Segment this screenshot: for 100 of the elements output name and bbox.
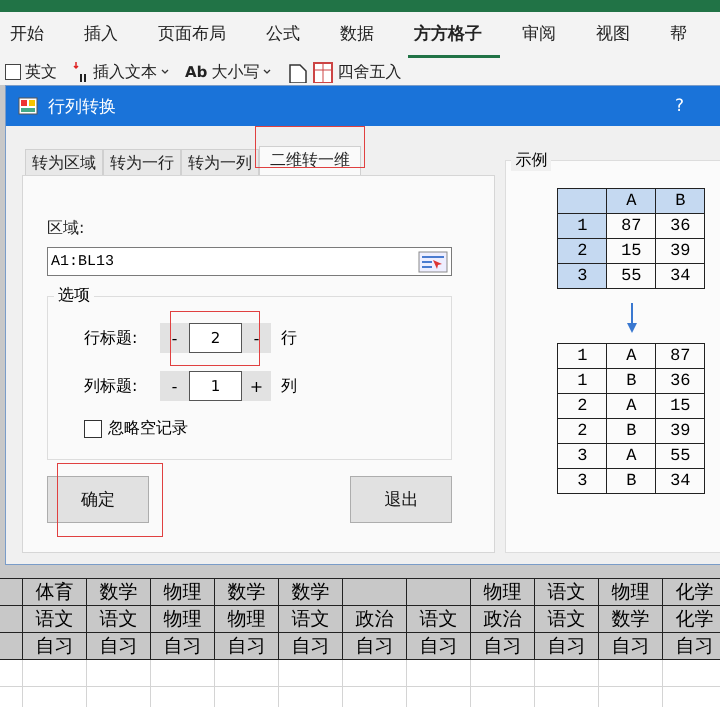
spinner-label: 列标题: [84, 376, 138, 396]
table-cell: 自习 [342, 633, 406, 659]
table-cell: 1 [558, 344, 607, 368]
table-cell: 自习 [86, 633, 150, 659]
table-cell: 语文 [86, 606, 150, 632]
table-cell: 物理 [150, 606, 214, 632]
table-cell: 语文 [534, 606, 598, 632]
dropdown-button[interactable]: 插入文本 [73, 60, 169, 84]
increment-button[interactable]: - [242, 323, 271, 353]
table-cell: 政治 [470, 606, 534, 632]
table-cell: 2 [558, 394, 607, 418]
range-field[interactable]: A1:BL13 [47, 247, 452, 276]
dropdown-button[interactable]: Ab 大小写 [185, 60, 272, 84]
table-cell: 物理 [214, 606, 278, 632]
table-cell: 39 [656, 418, 705, 444]
table-cell: 15 [606, 238, 656, 264]
table-cell: 34 [656, 264, 705, 288]
table-cell: 55 [656, 444, 705, 468]
unit-label: 行 [281, 328, 297, 348]
ribbon-tab[interactable]: 审阅 [516, 12, 574, 58]
table-cell: 物理 [470, 579, 534, 605]
table-cell: 2 [558, 418, 607, 444]
dialog-button[interactable]: 确定 [47, 476, 149, 523]
ribbon-tab[interactable]: 页面布局 [152, 12, 244, 58]
checkbox[interactable] [84, 420, 102, 438]
table-cell: A [606, 394, 656, 418]
table-cell: 自习 [22, 633, 86, 659]
table-cell: 语文 [406, 606, 470, 632]
ribbon-tab[interactable]: 开始 [4, 12, 62, 58]
table-cell: 2 [558, 238, 607, 264]
table-cell: 物理 [598, 579, 662, 605]
table-cell: 自习 [534, 633, 598, 659]
ribbon-tab[interactable]: 帮 [664, 12, 705, 58]
ribbon-tab[interactable]: 视图 [590, 12, 648, 58]
spinner-label: 行标题: [84, 328, 138, 348]
ribbon-tab[interactable]: 公式 [260, 12, 318, 58]
table-cell: 87 [606, 214, 656, 238]
range-label: 区域: [47, 218, 84, 239]
caret-icon [263, 68, 272, 76]
help-button[interactable]: ? [674, 96, 684, 116]
checkbox-label: 英文 [25, 62, 57, 82]
header-cell: B [656, 188, 705, 214]
checkbox-label: 忽略空记录 [108, 418, 188, 439]
table-cell: 数学 [86, 579, 150, 605]
table-cell: 55 [606, 264, 656, 288]
dialog-tab[interactable]: 转为区域 [25, 149, 103, 175]
down-arrow-icon [626, 303, 638, 333]
table-cell: A [606, 344, 656, 368]
insert-icon [73, 62, 89, 82]
table-cell: 34 [656, 468, 705, 494]
table-cell: 数学 [598, 606, 662, 632]
table-cell: 36 [656, 368, 705, 394]
table-cell: 3 [558, 468, 607, 494]
header-cell [558, 188, 607, 214]
table-cell: 15 [656, 394, 705, 418]
dialog-title: 行列转换 [48, 96, 117, 118]
number-field[interactable]: 1 [189, 371, 242, 401]
table-cell: 语文 [278, 606, 342, 632]
dialog-tab[interactable]: 二维转一维 [259, 146, 361, 175]
table-cell: 数学 [214, 579, 278, 605]
table-cell: 自习 [406, 633, 470, 659]
table-cell: 体育 [22, 579, 86, 605]
decrement-button[interactable]: - [160, 371, 189, 401]
ribbon-tab[interactable]: 插入 [78, 12, 136, 58]
dialog-button[interactable]: 退出 [350, 476, 452, 523]
number-field[interactable]: 2 [189, 323, 242, 353]
table-cell: 化学 [662, 606, 720, 632]
table-cell: 自习 [278, 633, 342, 659]
increment-button[interactable]: + [242, 371, 271, 401]
toolbar-button[interactable]: 四舍五入 [287, 60, 402, 84]
table-cell: 87 [656, 344, 705, 368]
table-cell: 政治 [342, 606, 406, 632]
table-cell: B [606, 418, 656, 444]
unit-label: 列 [281, 376, 297, 396]
table-cell: A [606, 444, 656, 468]
table-cell: 3 [558, 444, 607, 468]
ribbon-tab[interactable]: 数据 [334, 12, 392, 58]
dialog-tab[interactable]: 转为一列 [181, 149, 259, 175]
table-cell: 自习 [598, 633, 662, 659]
table-cell: 36 [656, 214, 705, 238]
table-cell: 自习 [214, 633, 278, 659]
group-title: 示例 [511, 150, 552, 171]
app-icon [18, 97, 38, 115]
table-cell: 数学 [278, 579, 342, 605]
table-cell: B [606, 368, 656, 394]
table-cell: 物理 [150, 579, 214, 605]
table-cell: 语文 [22, 606, 86, 632]
table-cell: 1 [558, 214, 607, 238]
table-cell: 自习 [150, 633, 214, 659]
dialog-tab[interactable]: 转为一行 [103, 149, 181, 175]
table-cell: 自习 [662, 633, 720, 659]
table-cell: 1 [558, 368, 607, 394]
checkbox[interactable] [5, 64, 21, 80]
table-cell: 自习 [470, 633, 534, 659]
decrement-button[interactable]: - [160, 323, 189, 353]
table-cell: B [606, 468, 656, 494]
table-cell: 化学 [662, 579, 720, 605]
table-cell: 语文 [534, 579, 598, 605]
range-picker-icon[interactable] [418, 250, 448, 272]
table-cell: 3 [558, 264, 607, 288]
